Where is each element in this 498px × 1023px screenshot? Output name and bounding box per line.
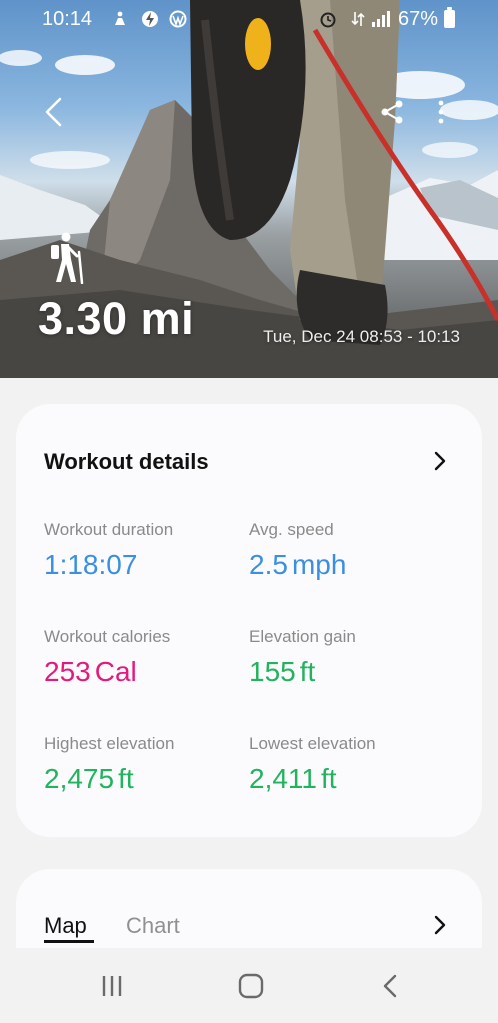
- status-time: 10:14: [42, 8, 93, 30]
- person-icon: [110, 9, 130, 29]
- metric-highest-elevation: Highest elevation 2,475 ft: [44, 734, 174, 795]
- metric-avg-speed: Avg. speed 2.5 mph: [249, 520, 346, 581]
- share-icon: [381, 100, 403, 124]
- metric-workout-calories: Workout calories 253 Cal: [44, 627, 170, 688]
- metric-value: 1:18:07: [44, 549, 138, 580]
- metric-label: Avg. speed: [249, 520, 334, 539]
- map-chart-card: Map Chart: [16, 869, 482, 948]
- metric-elevation-gain: Elevation gain 155 ft: [249, 627, 356, 688]
- share-button[interactable]: [372, 92, 412, 132]
- workout-distance: 3.30 mi: [38, 293, 195, 344]
- recent-apps-button[interactable]: [92, 966, 132, 1006]
- tab-chart[interactable]: Chart: [126, 913, 180, 939]
- metric-label: Highest elevation: [44, 734, 175, 753]
- metric-unit: ft: [118, 763, 134, 794]
- more-options-button[interactable]: [421, 92, 461, 132]
- workout-details-open-button[interactable]: [428, 449, 452, 473]
- battery-icon: [444, 7, 455, 28]
- system-navigation-bar: [0, 948, 498, 1023]
- metric-label: Lowest elevation: [249, 734, 376, 753]
- metric-value: 2,411 ft: [249, 763, 337, 794]
- nav-back-icon: [383, 974, 397, 998]
- status-bar: 10:14 67%: [0, 0, 498, 38]
- bolt-icon: [140, 9, 160, 29]
- metric-value: 2.5 mph: [249, 549, 347, 580]
- chevron-right-icon: [434, 915, 446, 935]
- wordpress-icon: [168, 9, 188, 29]
- back-button[interactable]: [34, 92, 74, 132]
- workout-date-range: Tue, Dec 24 08:53 - 10:13: [263, 327, 460, 346]
- alarm-icon: [318, 9, 338, 29]
- more-options-icon: [438, 100, 444, 124]
- nav-back-button[interactable]: [370, 966, 410, 1006]
- workout-details-title: Workout details: [44, 449, 209, 474]
- home-button[interactable]: [231, 966, 271, 1006]
- metric-workout-duration: Workout duration 1:18:07: [44, 520, 173, 581]
- metric-label: Elevation gain: [249, 627, 356, 646]
- metric-lowest-elevation: Lowest elevation 2,411 ft: [249, 734, 376, 795]
- metric-label: Workout duration: [44, 520, 174, 539]
- metric-unit: ft: [321, 763, 337, 794]
- data-icon: [348, 9, 368, 29]
- metric-unit: ft: [299, 656, 316, 687]
- metric-unit: mph: [291, 549, 347, 580]
- battery-percent: 67%: [398, 8, 439, 30]
- metric-label: Workout calories: [44, 627, 171, 646]
- map-open-button[interactable]: [428, 913, 452, 937]
- workout-details-card[interactable]: Workout details Workout duration 1:18:07…: [16, 404, 482, 837]
- tab-map-underline: [44, 940, 94, 943]
- metric-unit: Cal: [94, 656, 137, 687]
- recent-apps-icon: [102, 976, 122, 996]
- metric-value: 2,475 ft: [44, 763, 134, 794]
- metric-value: 155 ft: [249, 656, 316, 687]
- tab-map[interactable]: Map: [44, 913, 87, 939]
- home-icon: [238, 973, 264, 999]
- signal-icon: [372, 11, 392, 27]
- back-arrow-icon: [45, 97, 62, 127]
- workout-hero-image: 10:14 67% 3.30 mi Tue, Dec 24 08:53 - 10…: [0, 0, 498, 378]
- chevron-right-icon: [434, 451, 446, 471]
- hiking-icon: [51, 232, 84, 284]
- metric-value: 253 Cal: [44, 656, 137, 687]
